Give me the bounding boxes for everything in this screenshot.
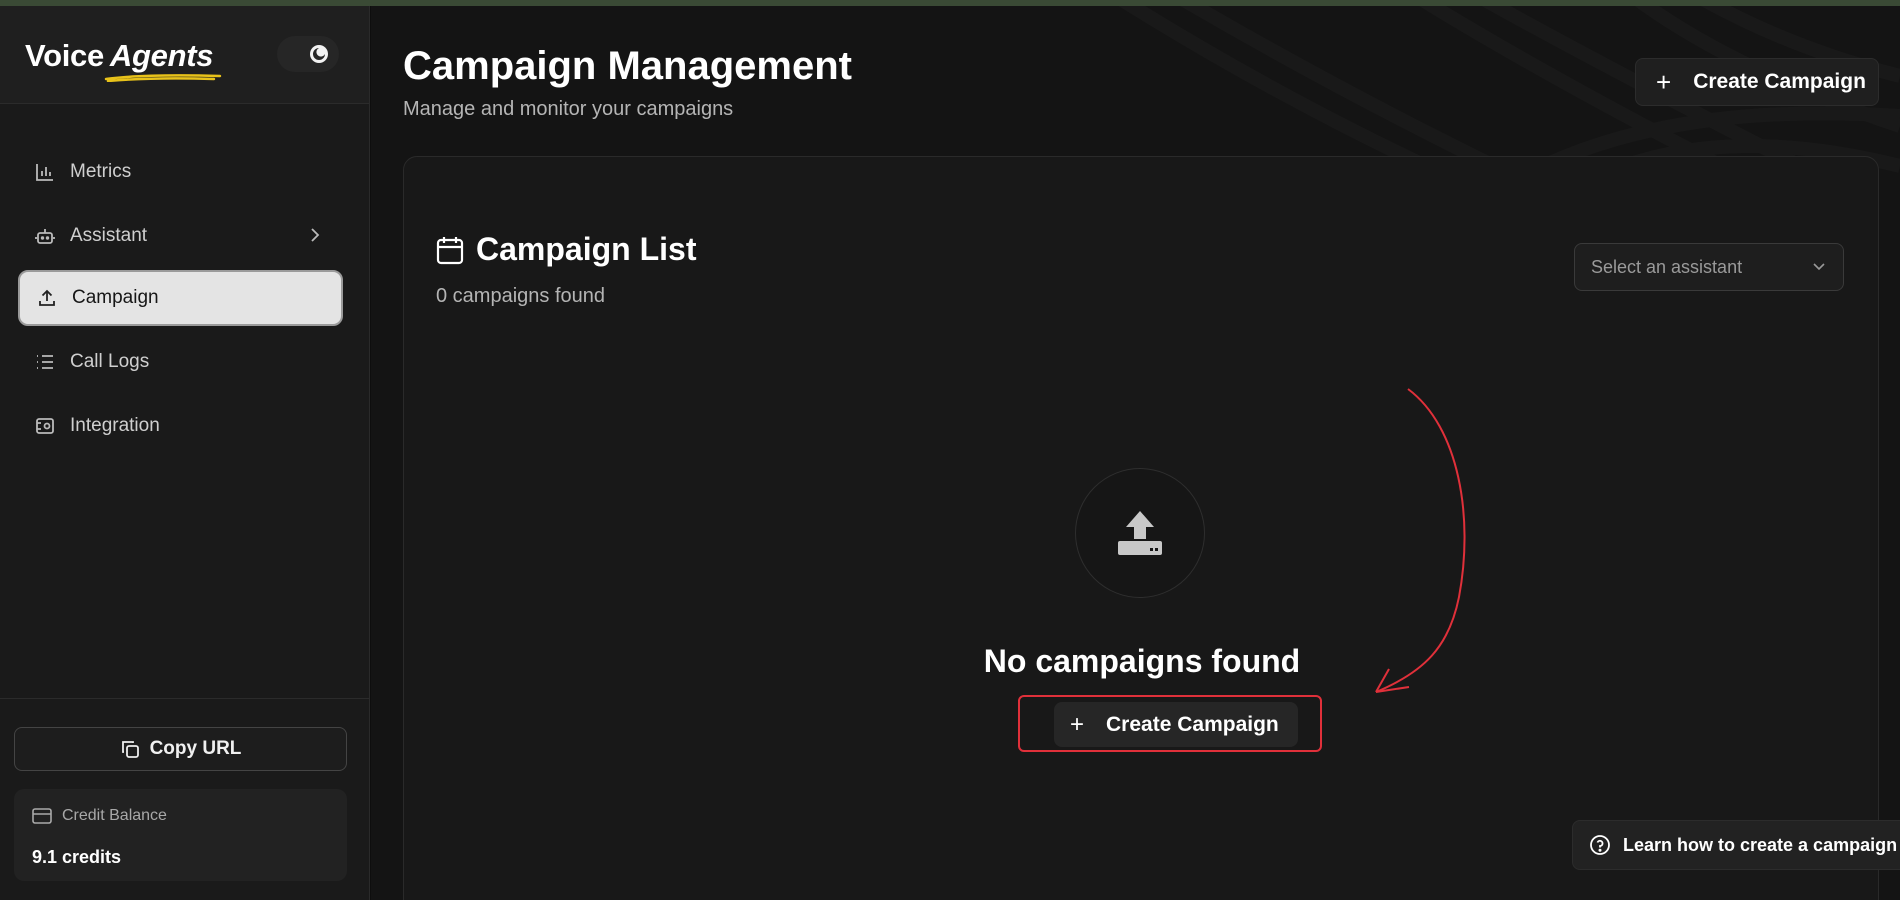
bot-icon — [34, 225, 56, 247]
list-icon — [34, 351, 56, 373]
sidebar-item-label: Campaign — [72, 287, 159, 308]
moon-icon — [310, 45, 328, 63]
learn-how-label: Learn how to create a campaign — [1623, 834, 1898, 855]
chevron-right-icon — [311, 228, 320, 242]
calendar-icon — [436, 236, 464, 264]
campaign-list-panel: Campaign List 0 campaigns found Select a… — [403, 156, 1900, 900]
sidebar-item-label: Call Logs — [70, 351, 150, 372]
sidebar-item-label: Assistant — [70, 225, 148, 246]
brand-underline-icon — [104, 74, 222, 82]
integration-icon — [34, 415, 56, 437]
sidebar-item-metrics[interactable]: Metrics — [18, 144, 343, 200]
upload-icon — [36, 287, 58, 309]
credit-card-icon — [32, 808, 52, 824]
sidebar-item-call-logs[interactable]: Call Logs — [18, 334, 343, 390]
credit-balance-card: Credit Balance 9.1 credits — [14, 789, 347, 881]
credit-balance-label: Credit Balance — [62, 807, 167, 824]
chevron-down-icon — [1813, 263, 1825, 271]
create-campaign-label: Create Campaign — [1106, 712, 1279, 736]
copy-url-button[interactable]: Copy URL — [14, 727, 347, 771]
campaign-count: 0 campaigns found — [436, 285, 606, 307]
sidebar-item-campaign[interactable]: Campaign — [18, 270, 343, 326]
copy-url-label: Copy URL — [149, 738, 242, 759]
sidebar-item-label: Integration — [70, 415, 160, 436]
main-content: Campaign Management Manage and monitor y… — [371, 6, 1900, 900]
bar-chart-icon — [34, 161, 56, 183]
brand-logo[interactable]: Voice Agents — [25, 38, 213, 74]
page-subtitle: Manage and monitor your campaigns — [403, 98, 734, 120]
empty-state-title: No campaigns found — [983, 643, 1301, 679]
sidebar-footer: Copy URL Credit Balance 9.1 credits — [0, 698, 370, 900]
learn-how-button[interactable]: Learn how to create a campaign — [1572, 820, 1900, 870]
sidebar-item-integration[interactable]: Integration — [18, 398, 343, 454]
sidebar-item-assistant[interactable]: Assistant — [18, 208, 343, 264]
brand-header: Voice Agents — [0, 6, 369, 104]
empty-state-icon-circle — [1075, 468, 1205, 598]
sidebar-item-label: Metrics — [70, 161, 132, 182]
header-create-campaign-button[interactable]: + Create Campaign — [1635, 58, 1879, 106]
plus-icon: + — [1656, 66, 1672, 97]
assistant-select[interactable]: Select an assistant — [1574, 243, 1844, 291]
help-circle-icon — [1590, 835, 1610, 855]
credit-balance-value: 9.1 credits — [32, 847, 122, 867]
assistant-select-placeholder: Select an assistant — [1591, 256, 1743, 277]
page-title: Campaign Management — [403, 44, 852, 88]
campaign-list-title: Campaign List — [436, 231, 696, 268]
sidebar: Voice Agents Metrics Assistant Campaign … — [0, 6, 370, 900]
copy-icon — [121, 741, 139, 758]
theme-toggle[interactable] — [277, 36, 339, 72]
create-campaign-label: Create Campaign — [1693, 70, 1866, 93]
campaign-list-title-text: Campaign List — [476, 231, 697, 267]
upload-tray-icon — [1118, 511, 1162, 555]
brand-word-voice: Voice — [25, 38, 104, 73]
brand-word-agents: Agents — [109, 38, 214, 73]
empty-state-create-campaign-button[interactable]: + Create Campaign — [1054, 702, 1298, 747]
plus-icon: + — [1070, 710, 1085, 738]
